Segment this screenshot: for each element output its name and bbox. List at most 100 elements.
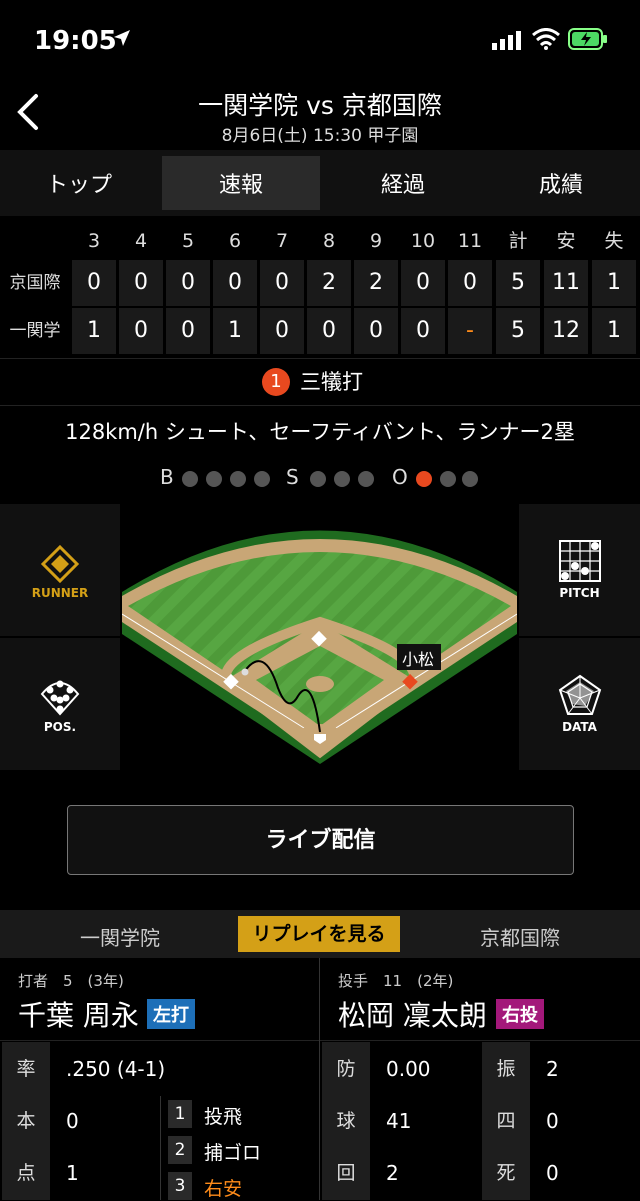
fielder-label: 小松 (402, 650, 435, 669)
inning-score: - (448, 308, 492, 354)
inning-score: 0 (72, 260, 116, 306)
inning-score: 1 (213, 308, 257, 354)
stat-value: 41 (386, 1109, 412, 1133)
stat-label: 死 (482, 1146, 530, 1200)
team-home-label[interactable]: 一関学院 (0, 922, 240, 951)
outs-label: O (392, 465, 408, 489)
inning-score: 0 (119, 308, 163, 354)
inning-header: 8 (322, 230, 336, 252)
inning-score: 0 (401, 308, 445, 354)
inning-score: 0 (307, 308, 351, 354)
total-errors: 1 (592, 308, 636, 354)
total-runs: 5 (496, 260, 540, 306)
match-title: 一関学院 vs 京都国際 (198, 91, 442, 120)
total-runs-header: 計 (508, 230, 528, 252)
match-subtitle: 8月6日(土) 15:30 甲子園 (221, 126, 419, 146)
stat-label: 振 (482, 1042, 530, 1096)
team-away-label[interactable]: 京都国際 (400, 922, 640, 951)
data-label: DATA (562, 720, 597, 734)
stat-value: 0 (546, 1109, 559, 1133)
at-bat-result: 投飛 (204, 1106, 243, 1128)
ball-dot (254, 471, 270, 487)
stat-label: 回 (322, 1146, 370, 1200)
ball-dot (206, 471, 222, 487)
pitcher-meta: 投手 11 (2年) (338, 972, 454, 990)
inning-header: 9 (369, 230, 383, 252)
location-arrow-icon (114, 30, 130, 46)
pitcher-hand-badge: 右投 (496, 999, 544, 1029)
out-dot (440, 471, 456, 487)
pitch-grid-icon (559, 540, 601, 582)
runner-view-button[interactable]: RUNNER (0, 504, 120, 636)
batter-name[interactable]: 千葉 周永 (18, 994, 139, 1034)
stat-value: 0 (66, 1109, 79, 1133)
at-bat-result-hit: 右安 (204, 1178, 243, 1200)
inning-score: 0 (260, 260, 304, 306)
scoreboard-header-row: 3 4 5 6 7 8 9 10 11 計 安 失 (0, 222, 640, 260)
total-errors-header: 失 (604, 230, 624, 252)
total-hits-header: 安 (556, 230, 576, 252)
back-chevron-icon[interactable] (10, 90, 44, 134)
data-view-button[interactable]: DATA (519, 638, 640, 770)
inning-header: 4 (134, 230, 148, 252)
strikes-label: S (286, 465, 299, 489)
ball-count: B S O (0, 462, 640, 496)
inning-score: 1 (72, 308, 116, 354)
inning-header: 6 (228, 230, 242, 252)
cellular-signal-icon (492, 31, 521, 50)
scoreboard-row-home: 一関学 1 0 0 1 0 0 0 0 - 5 12 1 (0, 308, 640, 356)
pitcher-name[interactable]: 松岡 凜太朗 (338, 994, 487, 1034)
inning-score: 0 (260, 308, 304, 354)
at-bat-number: 1 (168, 1100, 192, 1128)
pitch-view-button[interactable]: PITCH (519, 504, 640, 636)
inning-score: 0 (166, 308, 210, 354)
baseball-field (122, 504, 517, 770)
total-hits: 11 (544, 260, 588, 306)
stat-value: 1 (66, 1161, 79, 1185)
team-abbr: 京国際 (9, 273, 61, 293)
stat-value: .250 (4-1) (66, 1057, 166, 1081)
tab-progress[interactable]: 経過 (324, 150, 482, 216)
play-number-badge: 1 (262, 368, 290, 396)
runner-diamond-icon (40, 544, 80, 584)
inning-score: 0 (354, 308, 398, 354)
strike-dot (310, 471, 326, 487)
tab-live[interactable]: 速報 (162, 156, 320, 210)
batter-hand-badge: 左打 (147, 999, 195, 1029)
play-detail: 128km/h シュート、セーフティバント、ランナー2塁 (65, 420, 575, 444)
player-divider (319, 958, 320, 1042)
stat-value: 2 (546, 1057, 559, 1081)
fielder-positions-icon (40, 680, 80, 716)
pitch-label: PITCH (559, 586, 600, 600)
battery-charging-icon (568, 28, 607, 50)
ab-divider (160, 1096, 161, 1200)
inning-header: 10 (410, 230, 436, 252)
strike-dot (358, 471, 374, 487)
inning-header: 3 (87, 230, 101, 252)
wifi-icon (532, 28, 560, 50)
scoreboard-row-away: 京国際 0 0 0 0 0 2 2 0 0 5 11 1 (0, 260, 640, 308)
radar-chart-icon (558, 674, 602, 715)
team-abbr: 一関学 (9, 321, 61, 341)
replay-button[interactable]: リプレイを見る (238, 916, 400, 952)
total-hits: 12 (544, 308, 588, 354)
position-view-button[interactable]: POS. (0, 638, 120, 770)
inning-header: 5 (181, 230, 195, 252)
scoreboard: 3 4 5 6 7 8 9 10 11 計 安 失 京国際 0 0 0 0 0 … (0, 222, 640, 356)
inning-score: 2 (354, 260, 398, 306)
at-bat-result: 捕ゴロ (204, 1142, 262, 1164)
out-dot (462, 471, 478, 487)
runner-label: RUNNER (31, 586, 89, 600)
inning-score: 0 (166, 260, 210, 306)
at-bat-number: 3 (168, 1172, 192, 1200)
stat-label: 点 (2, 1146, 50, 1200)
tab-bar: トップ 速報 経過 成績 (0, 150, 640, 216)
inning-score: 0 (401, 260, 445, 306)
stat-label: 率 (2, 1042, 50, 1096)
pos-label: POS. (43, 720, 77, 734)
total-runs: 5 (496, 308, 540, 354)
tab-top[interactable]: トップ (0, 150, 158, 216)
tab-stats[interactable]: 成績 (482, 150, 640, 216)
live-stream-button[interactable]: ライブ配信 (67, 805, 574, 875)
stat-value: 0.00 (386, 1057, 431, 1081)
